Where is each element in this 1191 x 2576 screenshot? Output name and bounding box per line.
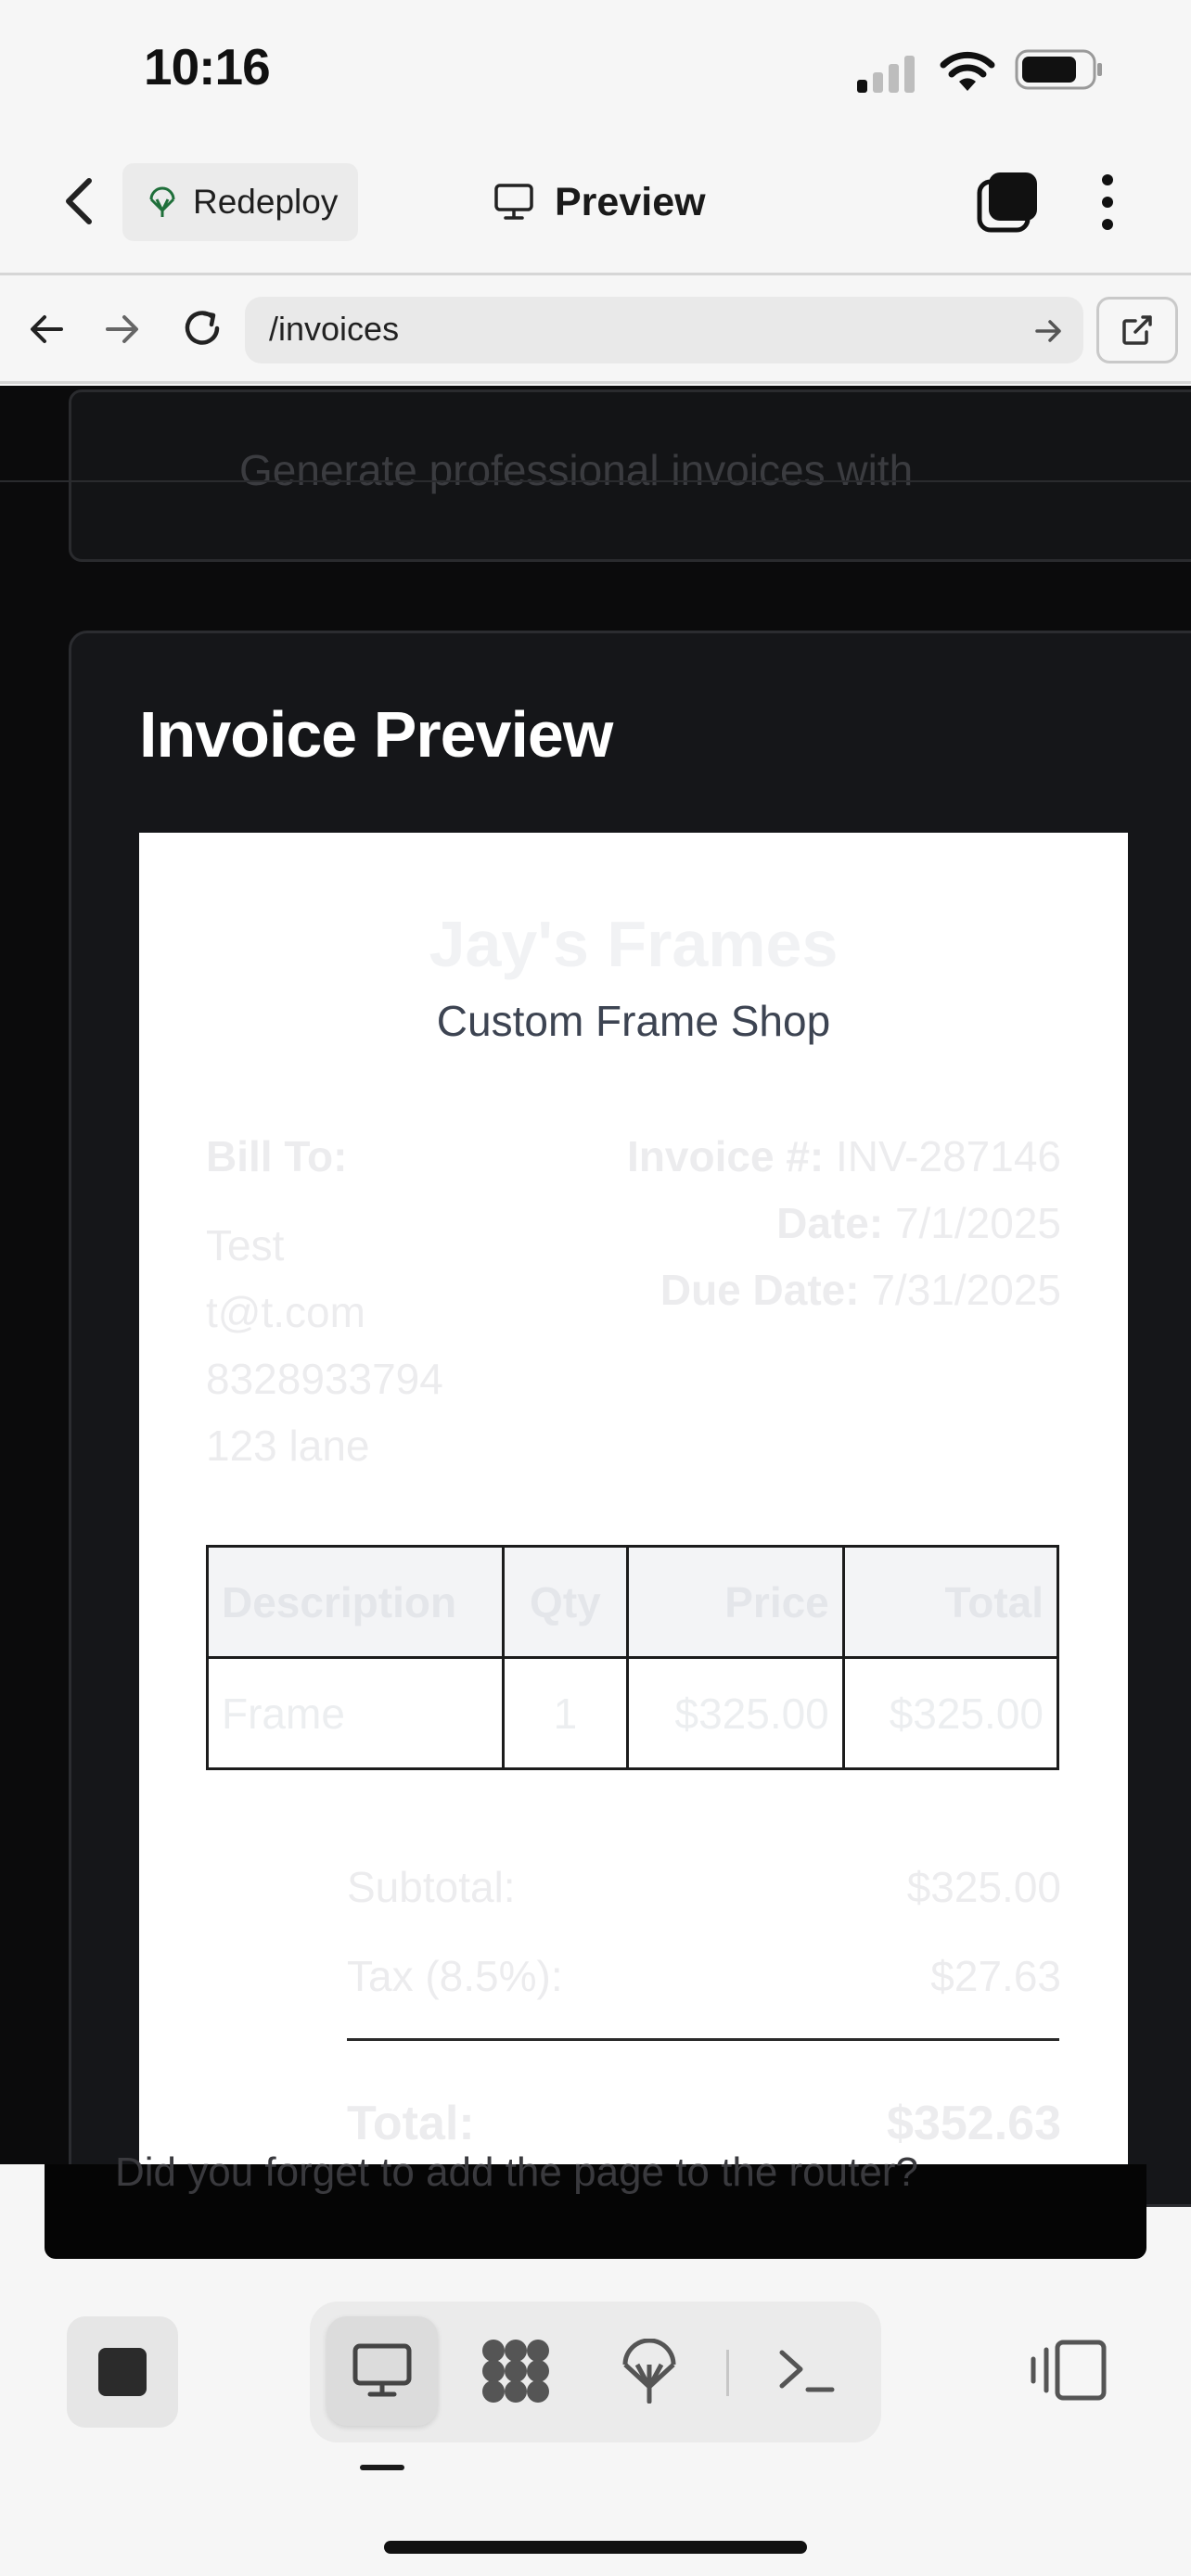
preview-title: Preview xyxy=(493,174,706,230)
table-row: Frame 1 $325.00 $325.00 xyxy=(205,1656,1060,1770)
client-address: 123 lane xyxy=(206,1422,370,1470)
windows-icon[interactable] xyxy=(976,171,1039,234)
external-link-icon xyxy=(1122,315,1152,345)
deploy-icon xyxy=(622,2339,676,2404)
col-description: Description xyxy=(205,1545,506,1659)
active-tab-indicator xyxy=(360,2465,404,2470)
status-time: 10:16 xyxy=(144,38,271,96)
deploy-tab[interactable] xyxy=(594,2316,705,2426)
router-hint-text: Did you forget to add the page to the ro… xyxy=(115,2149,918,2195)
apps-grid-icon xyxy=(482,2340,549,2403)
redeploy-label: Redeploy xyxy=(193,183,339,221)
invoice-number-label: Invoice #: xyxy=(627,1132,825,1180)
col-qty: Qty xyxy=(502,1545,629,1659)
go-arrow-icon[interactable] xyxy=(1030,312,1067,350)
cell-price: $325.00 xyxy=(625,1656,845,1770)
url-text: /invoices xyxy=(269,310,400,348)
company-name: Jay's Frames xyxy=(429,908,839,980)
total-label: Total: xyxy=(347,2097,475,2150)
due-date-line: Due Date: 7/31/2025 xyxy=(660,1265,1061,1315)
stop-button[interactable] xyxy=(67,2316,178,2428)
arrow-right-icon[interactable] xyxy=(98,306,145,352)
deploy-icon xyxy=(149,186,175,217)
split-view-icon[interactable] xyxy=(1030,2337,1108,2404)
totals-divider xyxy=(347,2038,1059,2041)
subtotal-label: Subtotal: xyxy=(347,1863,516,1911)
bill-to-label: Bill To: xyxy=(206,1132,348,1180)
invoice-date: 7/1/2025 xyxy=(894,1199,1061,1247)
due-date: 7/31/2025 xyxy=(871,1266,1061,1314)
company-tagline: Custom Frame Shop xyxy=(436,997,831,1045)
back-chevron-icon[interactable] xyxy=(54,172,106,231)
date-label: Date: xyxy=(776,1199,884,1247)
col-price: Price xyxy=(625,1545,845,1659)
preview-label: Preview xyxy=(555,179,706,224)
cellular-signal-icon xyxy=(857,56,915,93)
subtotal-value: $325.00 xyxy=(906,1863,1061,1911)
monitor-icon xyxy=(494,184,533,220)
client-name: Test xyxy=(206,1221,285,1269)
redeploy-button[interactable]: Redeploy xyxy=(122,163,358,241)
more-vertical-icon[interactable] xyxy=(1087,171,1128,234)
client-phone: 8328933794 xyxy=(206,1355,443,1403)
reload-icon[interactable] xyxy=(176,302,228,354)
arrow-left-icon[interactable] xyxy=(24,306,70,352)
cell-qty: 1 xyxy=(502,1656,629,1770)
page-header-band xyxy=(0,386,1191,482)
stop-icon xyxy=(98,2348,147,2396)
battery-icon xyxy=(1015,49,1102,90)
wifi-icon xyxy=(940,51,995,91)
cell-total: $325.00 xyxy=(841,1656,1060,1770)
home-indicator xyxy=(384,2541,807,2554)
total-value: $352.63 xyxy=(887,2097,1061,2150)
invoice-number: INV-287146 xyxy=(836,1132,1061,1180)
invoice-document: Jay's Frames Custom Frame Shop Bill To: … xyxy=(139,833,1128,2164)
due-date-label: Due Date: xyxy=(660,1266,860,1314)
cell-description: Frame xyxy=(205,1656,506,1770)
preview-tab[interactable] xyxy=(327,2316,438,2426)
open-external-button[interactable] xyxy=(1096,297,1178,363)
tax-label: Tax (8.5%): xyxy=(347,1952,563,2000)
switcher-divider xyxy=(726,2350,729,2396)
monitor-icon xyxy=(352,2343,412,2397)
console-tab[interactable] xyxy=(751,2316,863,2426)
terminal-icon xyxy=(779,2350,835,2392)
tax-value: $27.63 xyxy=(930,1952,1061,2000)
workflows-tab[interactable] xyxy=(460,2316,571,2426)
client-email: t@t.com xyxy=(206,1288,365,1336)
invoice-date-line: Date: 7/1/2025 xyxy=(776,1198,1061,1248)
line-items-table: Description Qty Price Total Frame 1 $325… xyxy=(205,1545,1060,1770)
invoice-preview-heading: Invoice Preview xyxy=(139,698,613,771)
invoice-number-line: Invoice #: INV-287146 xyxy=(627,1131,1061,1181)
col-total: Total xyxy=(841,1545,1060,1659)
table-header-row: Description Qty Price Total xyxy=(205,1545,1060,1659)
